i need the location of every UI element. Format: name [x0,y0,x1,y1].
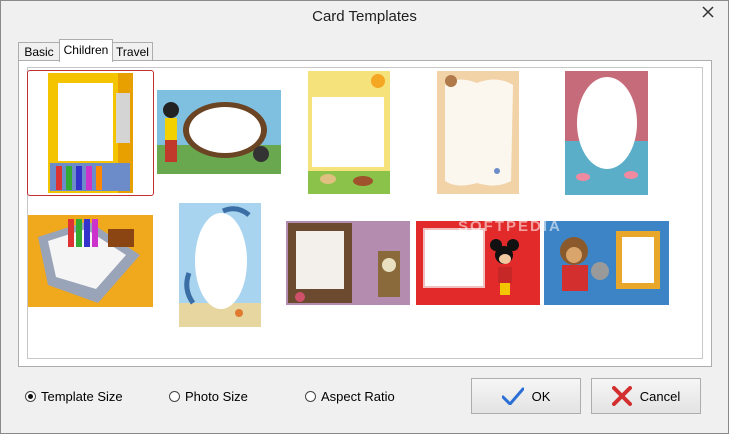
templates-panel: SOFTPEDIA [18,60,712,367]
tab-children[interactable]: Children [59,39,113,62]
template-thumb-farm-animals[interactable] [308,71,390,194]
close-button[interactable] [691,2,724,22]
cross-icon [611,386,632,406]
checkmark-icon [501,387,524,405]
template-thumb-dolphin-oval[interactable] [179,203,261,327]
radio-photo-size[interactable]: Photo Size [169,389,248,404]
title-bar: Card Templates [1,1,728,32]
template-thumb-parchment-bear[interactable] [437,71,519,194]
tab-basic[interactable]: Basic [18,42,60,60]
window-title: Card Templates [312,8,417,25]
tab-travel[interactable]: Travel [112,42,153,60]
close-icon [701,6,714,18]
radio-photo-size-label: Photo Size [185,389,248,404]
radio-dot-checked[interactable] [25,391,36,402]
template-thumb-bears-blue[interactable] [544,221,669,305]
templates-grid: SOFTPEDIA [27,67,703,359]
template-thumb-school-supplies[interactable] [28,215,153,307]
radio-aspect-ratio[interactable]: Aspect Ratio [305,389,395,404]
card-templates-dialog: Card Templates Basic Children Travel SOF… [0,0,729,434]
radio-template-size[interactable]: Template Size [25,389,123,404]
radio-aspect-ratio-label: Aspect Ratio [321,389,395,404]
template-thumb-crayons[interactable] [27,70,154,196]
template-thumb-wood-clock[interactable] [286,221,410,305]
cancel-label: Cancel [639,388,681,404]
radio-template-size-label: Template Size [41,389,123,404]
cancel-button[interactable]: Cancel [591,378,701,414]
template-thumb-flamingo-oval[interactable] [565,71,648,195]
ok-button[interactable]: OK [471,378,581,414]
radio-dot-unchecked[interactable] [305,391,316,402]
radio-dot-unchecked[interactable] [169,391,180,402]
softpedia-watermark: SOFTPEDIA [458,218,562,235]
ok-label: OK [531,388,551,404]
template-thumb-cartoon-kids[interactable] [157,90,281,174]
